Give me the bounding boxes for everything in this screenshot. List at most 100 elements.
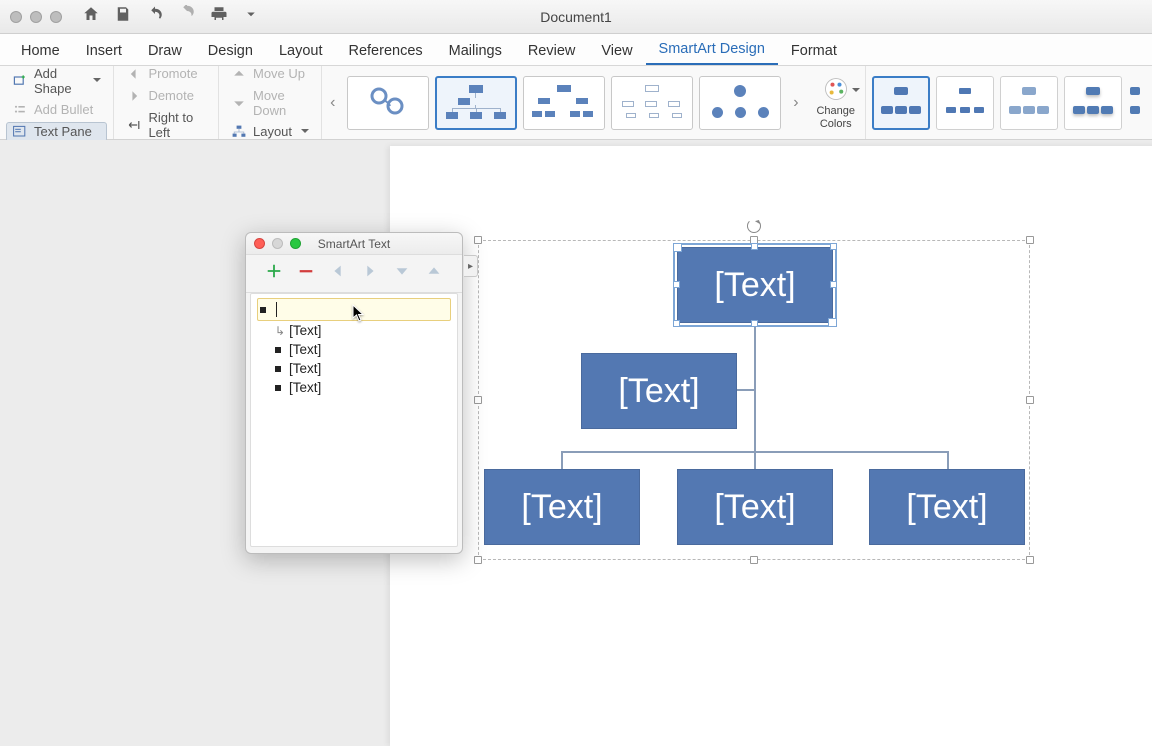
tab-insert[interactable]: Insert <box>73 36 135 65</box>
style-tile-5[interactable] <box>1128 76 1146 130</box>
right-to-left-button[interactable]: Right to Left <box>120 108 212 142</box>
smartart-node-assistant[interactable]: [Text] <box>581 353 737 429</box>
smartart-node-child-3[interactable]: [Text] <box>869 469 1025 545</box>
text-pane-icon <box>12 124 28 140</box>
panel-remove-icon[interactable] <box>297 262 315 285</box>
tab-draw[interactable]: Draw <box>135 36 195 65</box>
outline-item-2[interactable]: ↳ [Text] <box>257 321 451 340</box>
panel-close-icon[interactable] <box>254 238 265 249</box>
add-bullet-label: Add Bullet <box>34 102 93 117</box>
quick-access-toolbar <box>82 5 260 28</box>
panel-move-down-icon[interactable] <box>393 262 411 285</box>
panel-flyout-icon[interactable]: ▸ <box>464 255 478 277</box>
panel-minimize-icon[interactable] <box>272 238 283 249</box>
panel-outdent-icon[interactable] <box>329 262 347 285</box>
style-tile-4[interactable] <box>1064 76 1122 130</box>
change-colors-button[interactable]: Change Colors <box>806 66 866 139</box>
move-up-label: Move Up <box>253 66 305 81</box>
outline-text: [Text] <box>289 342 321 357</box>
promote-button[interactable]: Promote <box>120 64 212 84</box>
panel-indent-icon[interactable] <box>361 262 379 285</box>
layout-tile-5[interactable] <box>699 76 781 130</box>
redo-icon[interactable] <box>178 5 196 28</box>
smartart-node-child-2[interactable]: [Text] <box>677 469 833 545</box>
close-window-icon[interactable] <box>10 11 22 23</box>
add-shape-label: Add Shape <box>34 66 84 96</box>
tab-layout[interactable]: Layout <box>266 36 336 65</box>
tab-review[interactable]: Review <box>515 36 589 65</box>
smartart-node-child-1[interactable]: [Text] <box>484 469 640 545</box>
styles-gallery <box>866 72 1152 134</box>
tab-design[interactable]: Design <box>195 36 266 65</box>
bullet-icon <box>260 307 266 313</box>
resize-handle[interactable] <box>474 556 482 564</box>
undo-icon[interactable] <box>146 5 164 28</box>
layout-button[interactable]: Layout <box>225 122 315 142</box>
layout-tile-1[interactable] <box>347 76 429 130</box>
panel-outline[interactable]: ↳ [Text] [Text] [Text] [Text] <box>250 293 458 547</box>
panel-move-up-icon[interactable] <box>425 262 443 285</box>
panel-add-icon[interactable] <box>265 262 283 285</box>
style-tile-3[interactable] <box>1000 76 1058 130</box>
node-text: [Text] <box>714 266 795 305</box>
layout-tile-3[interactable] <box>523 76 605 130</box>
panel-title-label: SmartArt Text <box>318 237 390 251</box>
move-up-button[interactable]: Move Up <box>225 64 315 84</box>
resize-handle[interactable] <box>750 556 758 564</box>
change-colors-label: Change Colors <box>816 105 855 129</box>
tab-view[interactable]: View <box>588 36 645 65</box>
smartart-frame[interactable]: [Text] [Text] [Text] [Text] [Text] <box>478 240 1030 560</box>
layouts-prev[interactable]: ‹ <box>322 75 343 131</box>
home-icon[interactable] <box>82 5 100 28</box>
move-down-button[interactable]: Move Down <box>225 86 315 120</box>
tab-references[interactable]: References <box>335 36 435 65</box>
title-bar: Document1 <box>0 0 1152 34</box>
ribbon-tabs: Home Insert Draw Design Layout Reference… <box>0 34 1152 66</box>
outline-item-5[interactable]: [Text] <box>257 378 451 397</box>
qat-customize-icon[interactable] <box>242 5 260 28</box>
arrow-up-icon <box>231 66 247 82</box>
print-icon[interactable] <box>210 5 228 28</box>
zoom-window-icon[interactable] <box>50 11 62 23</box>
node-text: [Text] <box>714 488 795 527</box>
layout-tile-2[interactable] <box>435 76 517 130</box>
text-pane-toggle[interactable]: Text Pane <box>6 122 107 142</box>
node-text: [Text] <box>906 488 987 527</box>
smartart-text-panel[interactable]: SmartArt Text ▸ ↳ [Text] [Text] [Text] <box>245 232 463 554</box>
add-bullet-button[interactable]: Add Bullet <box>6 100 107 120</box>
rotate-handle-icon[interactable] <box>747 219 761 233</box>
rtl-label: Right to Left <box>148 110 206 140</box>
demote-button[interactable]: Demote <box>120 86 212 106</box>
connector <box>561 451 563 469</box>
panel-zoom-icon[interactable] <box>290 238 301 249</box>
resize-handle[interactable] <box>1026 556 1034 564</box>
resize-handle[interactable] <box>474 236 482 244</box>
outline-item-3[interactable]: [Text] <box>257 340 451 359</box>
resize-handle[interactable] <box>1026 396 1034 404</box>
style-tile-1[interactable] <box>872 76 930 130</box>
smartart-node-top[interactable]: [Text] <box>677 247 833 323</box>
arrow-left-icon <box>126 66 142 82</box>
style-tile-2[interactable] <box>936 76 994 130</box>
layout-tile-4[interactable] <box>611 76 693 130</box>
tab-smartart-design[interactable]: SmartArt Design <box>646 34 778 65</box>
tab-mailings[interactable]: Mailings <box>436 36 515 65</box>
bullet-icon <box>275 366 281 372</box>
resize-handle[interactable] <box>1026 236 1034 244</box>
chevron-down-icon <box>849 83 860 101</box>
ribbon-group-create: Add Shape Add Bullet Text Pane <box>0 66 114 139</box>
text-pane-label: Text Pane <box>34 124 92 139</box>
minimize-window-icon[interactable] <box>30 11 42 23</box>
panel-titlebar[interactable]: SmartArt Text <box>246 233 462 255</box>
tab-home[interactable]: Home <box>8 36 73 65</box>
outline-item-1[interactable] <box>257 298 451 321</box>
text-caret <box>276 302 277 317</box>
save-icon[interactable] <box>114 5 132 28</box>
add-shape-button[interactable]: Add Shape <box>6 64 107 98</box>
tab-format[interactable]: Format <box>778 36 850 65</box>
ribbon-group-move: Move Up Move Down Layout <box>219 66 322 139</box>
document-page[interactable]: [Text] [Text] [Text] [Text] [Text] <box>390 146 1152 746</box>
outline-item-4[interactable]: [Text] <box>257 359 451 378</box>
resize-handle[interactable] <box>474 396 482 404</box>
layouts-next[interactable]: › <box>785 75 806 131</box>
